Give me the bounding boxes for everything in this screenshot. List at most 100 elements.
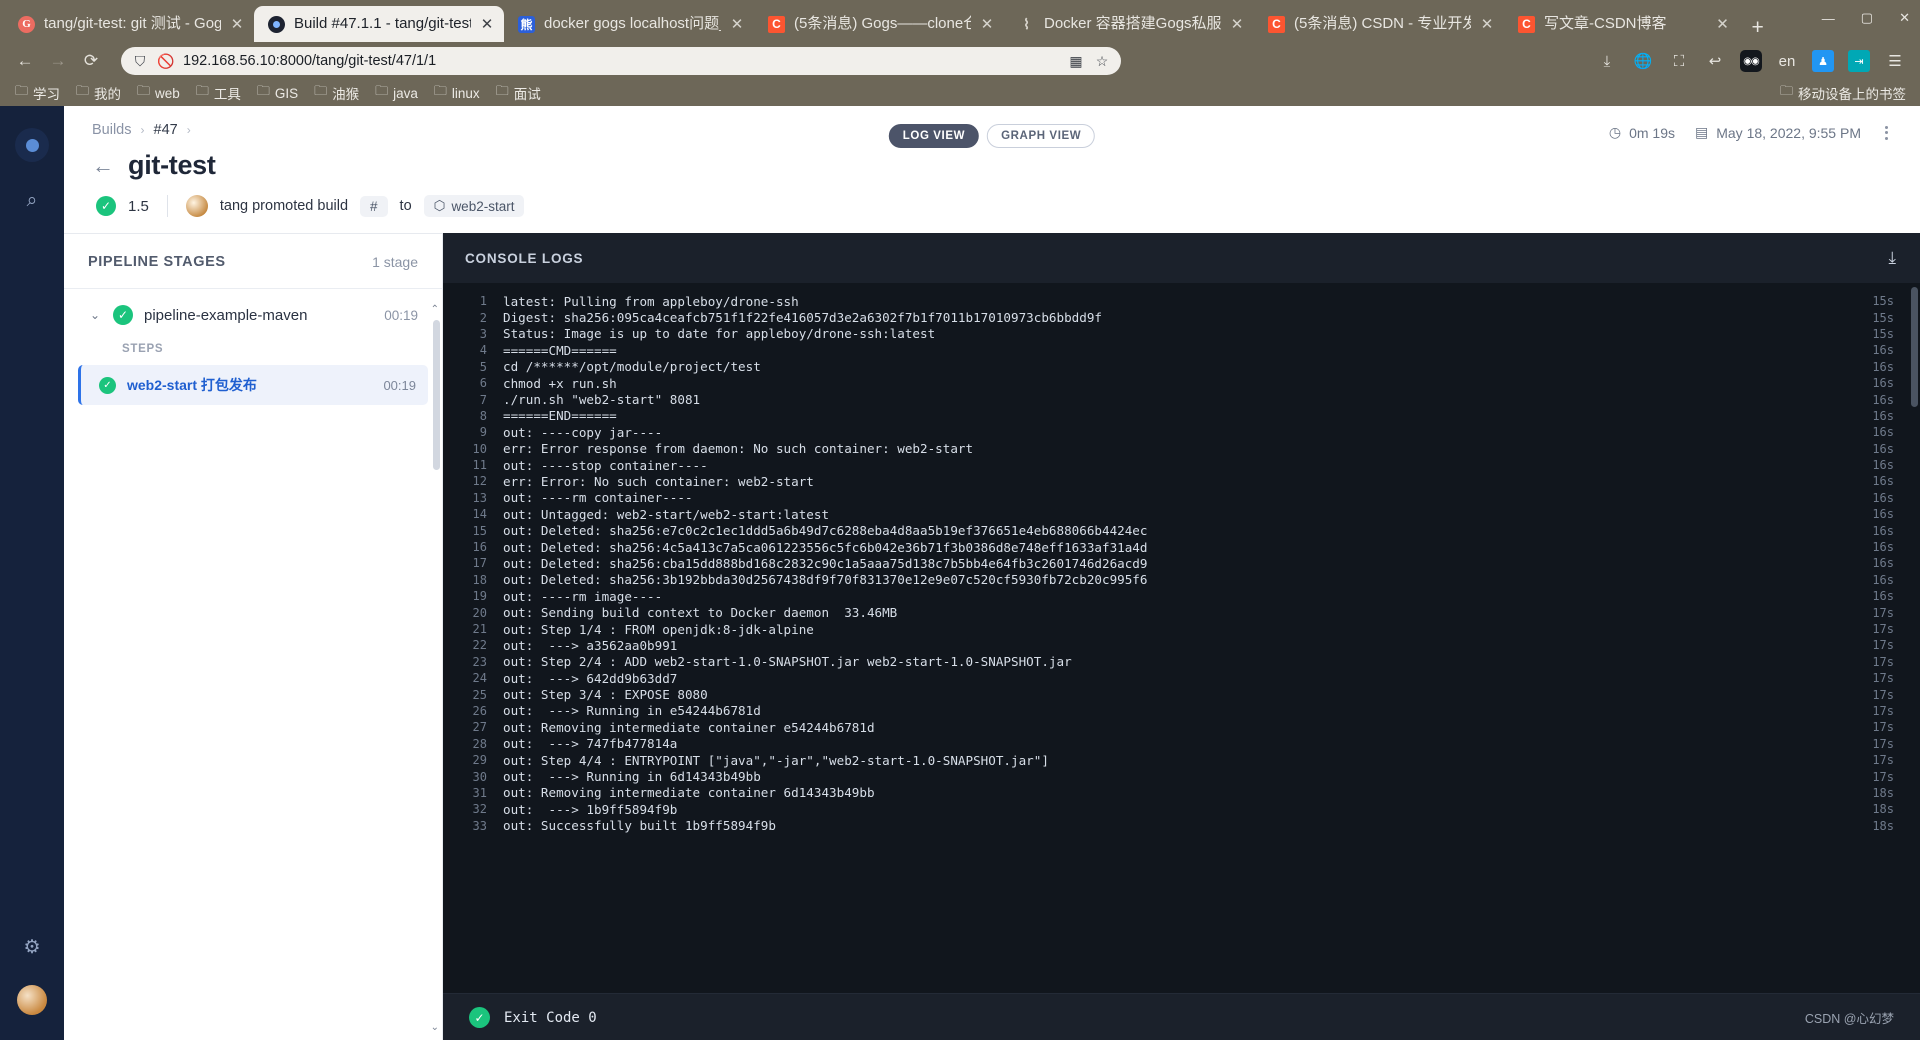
- step-item-web2-start[interactable]: ✓ web2-start 打包发布 00:19: [78, 365, 428, 405]
- scroll-down-arrow-icon[interactable]: ⌄: [431, 1022, 439, 1033]
- tab-close-icon[interactable]: ✕: [230, 15, 244, 33]
- export-icon[interactable]: ⇥: [1848, 50, 1870, 72]
- browser-tab[interactable]: G tang/git-test: git 测试 - Gogs ✕: [4, 6, 254, 42]
- bookmark-item[interactable]: 🗀 linux: [427, 80, 487, 106]
- user-avatar[interactable]: [17, 985, 47, 1015]
- browser-tab[interactable]: C 写文章-CSDN博客 ✕: [1504, 6, 1740, 42]
- address-bar[interactable]: ⛉ 🚫 192.168.56.10:8000/tang/git-test/47/…: [121, 47, 1121, 75]
- globe-icon[interactable]: 🌐: [1632, 50, 1654, 72]
- calendar-icon: ▤: [1695, 124, 1709, 140]
- bookmark-item[interactable]: 🗀 油猴: [307, 80, 366, 106]
- stages-scrollbar[interactable]: ⌃ ⌄: [431, 304, 440, 1033]
- tab-close-icon[interactable]: ✕: [480, 15, 494, 33]
- console-log-line: 1 latest: Pulling from appleboy/drone-ssh…: [443, 293, 1920, 309]
- browser-tab-active[interactable]: Build #47.1.1 - tang/git-test - ✕: [254, 6, 504, 42]
- console-log-line: 7 ./run.sh "web2-start" 8081 16s: [443, 391, 1920, 407]
- log-line-text: out: Sending build context to Docker dae…: [503, 605, 898, 621]
- console-log-scroll-area[interactable]: 1 latest: Pulling from appleboy/drone-ssh…: [443, 283, 1920, 993]
- commit-hash-chip[interactable]: #: [360, 195, 388, 217]
- console-log-line: 17 out: Deleted: sha256:cba15dd888bd168c2…: [443, 555, 1920, 571]
- stages-scroll-thumb[interactable]: [433, 320, 440, 470]
- maximize-button[interactable]: ▢: [1861, 10, 1873, 26]
- bookmark-item[interactable]: 🗀 我的: [69, 80, 128, 106]
- download-logs-icon[interactable]: ⤓: [1888, 248, 1896, 268]
- mobile-bookmarks-item[interactable]: 🗀 移动设备上的书签: [1773, 80, 1912, 106]
- console-log-line: 3 Status: Image is up to date for applebo…: [443, 326, 1920, 342]
- exit-code-text: Exit Code 0: [504, 1009, 597, 1026]
- camera-blocked-icon[interactable]: 🚫: [157, 52, 175, 70]
- log-line-number: 8: [479, 408, 487, 423]
- tab-close-icon[interactable]: ✕: [730, 15, 744, 33]
- bookmark-star-icon[interactable]: ☆: [1093, 52, 1111, 70]
- chevron-right-icon: ›: [186, 123, 191, 137]
- scroll-up-arrow-icon[interactable]: ⌃: [431, 304, 439, 315]
- console-log-line: 15 out: Deleted: sha256:e7c0c2c1ec1ddd5a6…: [443, 522, 1920, 538]
- deploy-target-chip[interactable]: ⬡ web2-start: [423, 195, 525, 217]
- tab-close-icon[interactable]: ✕: [980, 15, 994, 33]
- qr-code-icon[interactable]: ▦: [1067, 52, 1085, 70]
- stage-item[interactable]: ⌄ ✓ pipeline-example-maven 00:19: [64, 289, 442, 325]
- bookmark-item[interactable]: 🗀 学习: [8, 80, 67, 106]
- search-icon[interactable]: ⌕: [27, 190, 38, 212]
- log-line-number: 24: [472, 671, 487, 686]
- folder-icon: 🗀: [137, 83, 151, 98]
- console-scrollbar[interactable]: [1911, 287, 1918, 989]
- kebab-menu-icon[interactable]: [1881, 125, 1892, 140]
- toolbar-icons: ⤓ 🌐 ⛶ ↩ ◉◉ en ♟ ⇥ ☰: [1596, 50, 1910, 72]
- bookmark-item[interactable]: 🗀 java: [368, 80, 425, 106]
- browser-tab[interactable]: ⌇ Docker 容器搭建Gogs私服仓库 ✕: [1004, 6, 1254, 42]
- breadcrumb-builds[interactable]: Builds: [92, 122, 132, 138]
- back-button[interactable]: ←: [10, 46, 40, 76]
- tab-close-icon[interactable]: ✕: [1230, 15, 1244, 33]
- csdn-icon: C: [768, 15, 785, 33]
- bookmark-item[interactable]: 🗀 web: [130, 80, 187, 106]
- browser-tab[interactable]: C (5条消息) Gogs——clone仓库 ✕: [754, 6, 1004, 42]
- bookmark-item[interactable]: 🗀 GIS: [250, 80, 305, 106]
- forward-button[interactable]: →: [43, 46, 73, 76]
- log-line-number: 25: [472, 687, 487, 702]
- screenshot-icon[interactable]: ⛶: [1668, 50, 1690, 72]
- log-line-timestamp: 18s: [1872, 818, 1894, 833]
- translate-icon[interactable]: en: [1776, 50, 1798, 72]
- console-log-line: 32 out: ---> 1b9ff5894f9b 18s: [443, 801, 1920, 817]
- dual-dot-icon[interactable]: ◉◉: [1740, 50, 1762, 72]
- log-line-timestamp: 16s: [1872, 523, 1894, 538]
- bookmark-item[interactable]: 🗀 工具: [189, 80, 248, 106]
- console-scroll-thumb[interactable]: [1911, 287, 1918, 407]
- close-window-button[interactable]: ✕: [1899, 10, 1910, 26]
- log-line-text: latest: Pulling from appleboy/drone-ssh: [503, 293, 799, 309]
- log-line-number: 32: [472, 802, 487, 817]
- download-icon[interactable]: ⤓: [1596, 50, 1618, 72]
- log-line-text: out: Step 4/4 : ENTRYPOINT ["java","-jar…: [503, 752, 1049, 768]
- tab-graph-view[interactable]: GRAPH VIEW: [987, 124, 1096, 148]
- undo-icon[interactable]: ↩: [1704, 50, 1726, 72]
- menu-icon[interactable]: ☰: [1884, 50, 1906, 72]
- console-footer: ✓ Exit Code 0 CSDN @心幻梦: [443, 993, 1920, 1040]
- log-line-timestamp: 16s: [1872, 474, 1894, 489]
- tab-close-icon[interactable]: ✕: [1480, 15, 1494, 33]
- drone-logo[interactable]: [15, 128, 49, 162]
- bookmark-item[interactable]: 🗀 面试: [489, 80, 548, 106]
- log-line-number: 22: [472, 638, 487, 653]
- reload-button[interactable]: ⟳: [76, 46, 106, 76]
- log-line-number: 28: [472, 736, 487, 751]
- sliders-icon[interactable]: ⚙: [23, 936, 40, 959]
- profile-icon[interactable]: ♟: [1812, 50, 1834, 72]
- tab-title: docker gogs localhost问题_百: [544, 15, 721, 32]
- new-tab-button[interactable]: +: [1740, 17, 1776, 42]
- minimize-button[interactable]: —: [1822, 11, 1835, 26]
- log-line-timestamp: 17s: [1872, 736, 1894, 751]
- tab-close-icon[interactable]: ✕: [1716, 15, 1730, 33]
- log-line-text: ======CMD======: [503, 342, 617, 358]
- console-log-line: 31 out: Removing intermediate container 6…: [443, 785, 1920, 801]
- tab-log-view[interactable]: LOG VIEW: [888, 124, 980, 148]
- browser-tab[interactable]: 熊 docker gogs localhost问题_百 ✕: [504, 6, 754, 42]
- console-log-line: 9 out: ----copy jar---- 16s: [443, 424, 1920, 440]
- breadcrumb-build-number[interactable]: #47: [154, 122, 178, 138]
- log-line-timestamp: 16s: [1872, 540, 1894, 555]
- log-line-timestamp: 18s: [1872, 802, 1894, 817]
- log-line-text: out: ----rm image----: [503, 588, 663, 604]
- chevron-down-icon[interactable]: ⌄: [90, 308, 102, 322]
- browser-tab[interactable]: C (5条消息) CSDN - 专业开发者社 ✕: [1254, 6, 1504, 42]
- back-arrow-icon[interactable]: ←: [92, 154, 114, 177]
